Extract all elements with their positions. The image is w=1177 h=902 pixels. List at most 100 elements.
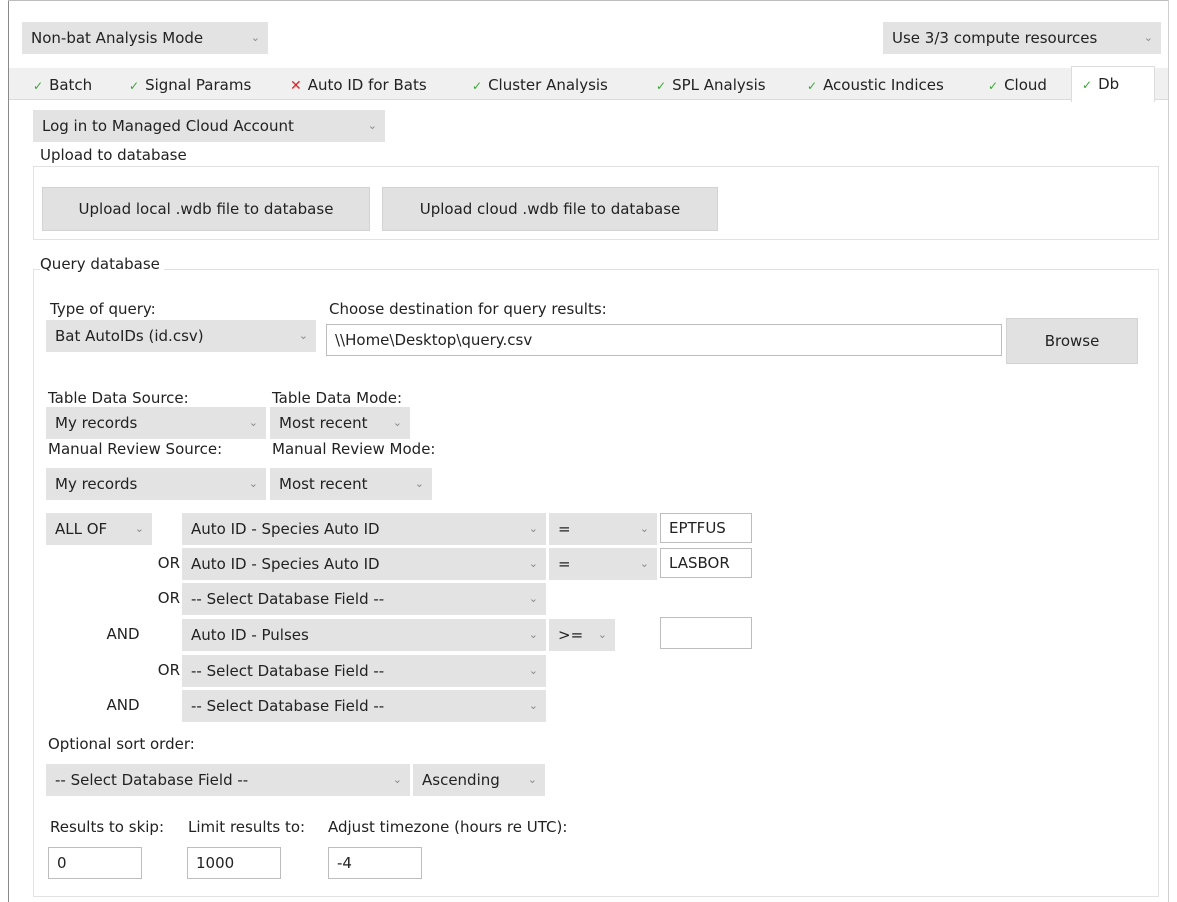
chevron-down-icon: ⌄	[597, 628, 607, 641]
tab-auto-id-for-bats[interactable]: ✕ Auto ID for Bats	[290, 72, 427, 99]
table-source-dropdown[interactable]: My records ⌄	[46, 407, 266, 439]
condition-field-value: -- Select Database Field --	[191, 662, 385, 680]
tab-label: Signal Params	[145, 76, 252, 94]
condition-field-value: Auto ID - Species Auto ID	[191, 520, 380, 538]
check-icon: ✓	[129, 79, 140, 93]
condition-connector: OR	[157, 589, 180, 607]
cloud-account-value: Log in to Managed Cloud Account	[42, 117, 294, 135]
query-type-label: Type of query:	[50, 300, 156, 318]
sort-field-dropdown[interactable]: -- Select Database Field -- ⌄	[46, 764, 410, 796]
condition-field-dropdown[interactable]: Auto ID - Species Auto ID ⌄	[182, 548, 546, 580]
chevron-down-icon: ⌄	[248, 477, 258, 490]
timezone-input[interactable]: -4	[328, 847, 422, 879]
table-mode-dropdown[interactable]: Most recent ⌄	[270, 407, 410, 439]
sort-direction-value: Ascending	[422, 771, 500, 789]
compute-resources-dropdown[interactable]: Use 3/3 compute resources ⌄	[883, 22, 1161, 54]
check-icon: ✓	[988, 79, 999, 93]
condition-field-value: -- Select Database Field --	[191, 590, 385, 608]
chevron-down-icon: ⌄	[528, 699, 538, 712]
chevron-down-icon: ⌄	[134, 522, 144, 535]
results-skip-input[interactable]: 0	[48, 847, 142, 879]
review-source-value: My records	[55, 475, 138, 493]
check-icon: ✓	[33, 79, 44, 93]
chevron-down-icon: ⌄	[367, 119, 377, 132]
review-mode-dropdown[interactable]: Most recent ⌄	[270, 468, 432, 500]
tab-label: SPL Analysis	[672, 76, 766, 94]
chevron-down-icon: ⌄	[528, 628, 538, 641]
tab-label: Acoustic Indices	[823, 76, 944, 94]
chevron-down-icon: ⌄	[527, 773, 537, 786]
tab-acoustic-indices[interactable]: ✓ Acoustic Indices	[807, 72, 944, 99]
tab-label: Auto ID for Bats	[307, 76, 427, 94]
condition-value-input[interactable]: LASBOR	[660, 548, 752, 578]
condition-field-dropdown[interactable]: Auto ID - Pulses ⌄	[182, 619, 546, 651]
compute-resources-value: Use 3/3 compute resources	[892, 29, 1098, 47]
tab-label: Cluster Analysis	[488, 76, 608, 94]
condition-field-value: Auto ID - Species Auto ID	[191, 555, 380, 573]
condition-field-dropdown[interactable]: -- Select Database Field -- ⌄	[182, 583, 546, 615]
chevron-down-icon: ⌄	[298, 329, 308, 342]
condition-operator-value: =	[558, 555, 571, 573]
match-mode-dropdown[interactable]: ALL OF ⌄	[46, 513, 152, 545]
match-mode-value: ALL OF	[55, 520, 108, 538]
table-source-label: Table Data Source:	[48, 389, 189, 407]
results-limit-input[interactable]: 1000	[187, 847, 281, 879]
review-mode-label: Manual Review Mode:	[272, 440, 436, 458]
query-type-dropdown[interactable]: Bat AutoIDs (id.csv) ⌄	[46, 320, 316, 352]
chevron-down-icon: ⌄	[1143, 31, 1153, 44]
review-source-dropdown[interactable]: My records ⌄	[46, 468, 266, 500]
analysis-mode-value: Non-bat Analysis Mode	[31, 29, 204, 47]
condition-connector: OR	[157, 554, 180, 572]
tab-batch[interactable]: ✓ Batch	[33, 72, 92, 99]
tab-label: Cloud	[1004, 76, 1047, 94]
query-type-value: Bat AutoIDs (id.csv)	[55, 327, 204, 345]
condition-operator-dropdown[interactable]: = ⌄	[549, 513, 657, 545]
destination-path-input[interactable]: \\Home\Desktop\query.csv	[326, 324, 1002, 356]
condition-field-dropdown[interactable]: -- Select Database Field -- ⌄	[182, 655, 546, 687]
chevron-down-icon: ⌄	[528, 522, 538, 535]
condition-connector: OR	[157, 661, 180, 679]
query-group-title: Query database	[40, 255, 164, 273]
window-border-top	[8, 0, 1168, 1]
condition-value-input[interactable]: EPTFUS	[660, 513, 752, 543]
condition-connector: AND	[106, 696, 140, 714]
condition-operator-dropdown[interactable]: = ⌄	[549, 548, 657, 580]
table-source-value: My records	[55, 414, 138, 432]
analysis-mode-dropdown[interactable]: Non-bat Analysis Mode ⌄	[22, 22, 268, 54]
tab-cloud[interactable]: ✓ Cloud	[988, 72, 1047, 99]
condition-operator-value: =	[558, 520, 571, 538]
timezone-label: Adjust timezone (hours re UTC):	[328, 818, 568, 836]
chevron-down-icon: ⌄	[639, 557, 649, 570]
condition-field-value: -- Select Database Field --	[191, 697, 385, 715]
condition-field-dropdown[interactable]: -- Select Database Field -- ⌄	[182, 690, 546, 722]
review-mode-value: Most recent	[279, 475, 368, 493]
condition-operator-value: >=	[558, 626, 584, 644]
check-icon: ✓	[1082, 78, 1093, 92]
review-source-label: Manual Review Source:	[48, 440, 223, 458]
condition-value-input[interactable]	[660, 617, 752, 649]
destination-label: Choose destination for query results:	[329, 300, 607, 318]
upload-cloud-button[interactable]: Upload cloud .wdb file to database	[382, 187, 718, 231]
check-icon: ✓	[807, 79, 818, 93]
tab-db[interactable]: ✓ Db	[1071, 66, 1155, 102]
chevron-down-icon: ⌄	[414, 477, 424, 490]
results-limit-label: Limit results to:	[188, 818, 306, 836]
chevron-down-icon: ⌄	[250, 31, 260, 44]
tab-cluster-analysis[interactable]: ✓ Cluster Analysis	[472, 72, 608, 99]
tab-spl-analysis[interactable]: ✓ SPL Analysis	[656, 72, 766, 99]
chevron-down-icon: ⌄	[392, 416, 402, 429]
results-skip-label: Results to skip:	[50, 818, 165, 836]
tab-signal-params[interactable]: ✓ Signal Params	[129, 72, 251, 99]
sort-order-label: Optional sort order:	[48, 735, 195, 753]
sort-field-value: -- Select Database Field --	[55, 771, 249, 789]
window-border-right	[1168, 0, 1169, 902]
condition-connector: AND	[106, 625, 140, 643]
window-border-left	[8, 0, 9, 902]
cloud-account-dropdown[interactable]: Log in to Managed Cloud Account ⌄	[33, 110, 385, 142]
upload-local-button[interactable]: Upload local .wdb file to database	[42, 187, 370, 231]
condition-field-dropdown[interactable]: Auto ID - Species Auto ID ⌄	[182, 513, 546, 545]
browse-button[interactable]: Browse	[1006, 318, 1138, 364]
sort-direction-dropdown[interactable]: Ascending ⌄	[413, 764, 545, 796]
condition-field-value: Auto ID - Pulses	[191, 626, 309, 644]
condition-operator-dropdown[interactable]: >= ⌄	[549, 619, 615, 651]
